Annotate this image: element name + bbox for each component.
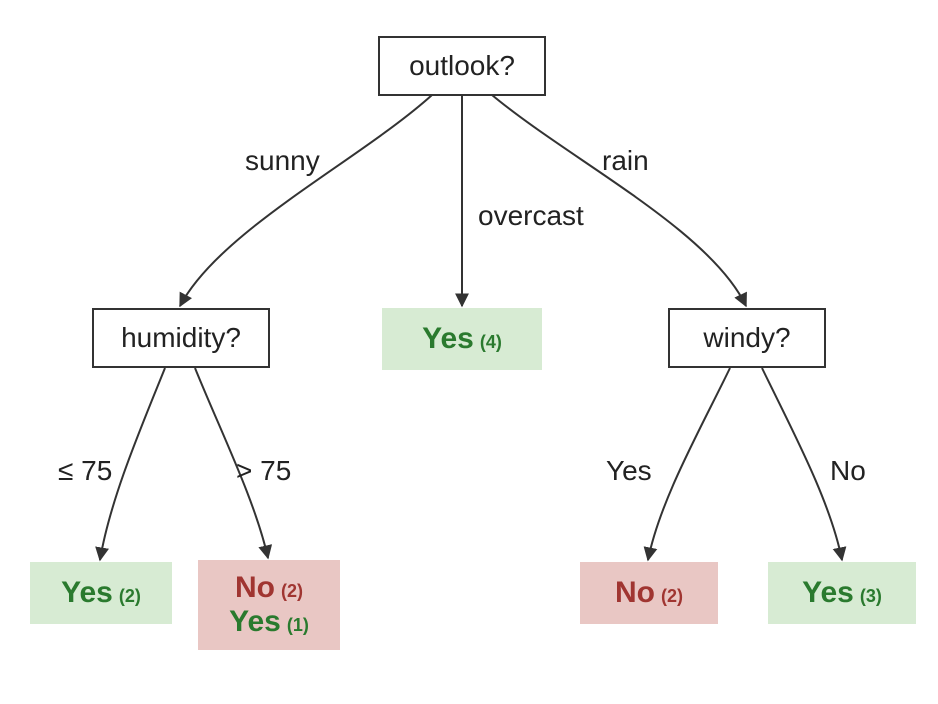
edge-label-le75: ≤ 75 xyxy=(58,455,112,487)
leaf-windy-no: Yes (3) xyxy=(768,562,916,624)
edge-label-overcast: overcast xyxy=(478,200,584,232)
leaf-line: Yes (3) xyxy=(802,576,882,611)
edge-label-sunny: sunny xyxy=(245,145,320,177)
leaf-line: Yes (1) xyxy=(229,605,309,640)
leaf-label: No xyxy=(235,571,275,606)
leaf-count: (2) xyxy=(119,586,141,607)
leaf-line: No (2) xyxy=(235,571,303,606)
edge-label-gt75: > 75 xyxy=(236,455,291,487)
edge-label-rain: rain xyxy=(602,145,649,177)
leaf-label: Yes xyxy=(229,605,281,640)
decision-tree-diagram: { "nodes": { "root": { "label": "outlook… xyxy=(0,0,938,704)
edge-sunny xyxy=(180,95,432,306)
edge-label-windy-yes: Yes xyxy=(606,455,652,487)
edge-label-windy-no: No xyxy=(830,455,866,487)
leaf-humidity-gt75: No (2) Yes (1) xyxy=(198,560,340,650)
leaf-count: (2) xyxy=(661,586,683,607)
leaf-line: Yes (4) xyxy=(422,322,502,357)
leaf-line: No (2) xyxy=(615,576,683,611)
leaf-label: Yes xyxy=(61,576,113,611)
leaf-count: (2) xyxy=(281,581,303,602)
leaf-overcast-yes: Yes (4) xyxy=(382,308,542,370)
leaf-count: (3) xyxy=(860,586,882,607)
node-humidity: humidity? xyxy=(92,308,270,368)
leaf-count: (4) xyxy=(480,332,502,353)
node-windy: windy? xyxy=(668,308,826,368)
leaf-label: Yes xyxy=(422,322,474,357)
leaf-humidity-le75: Yes (2) xyxy=(30,562,172,624)
node-outlook: outlook? xyxy=(378,36,546,96)
leaf-label: No xyxy=(615,576,655,611)
leaf-count: (1) xyxy=(287,615,309,636)
leaf-line: Yes (2) xyxy=(61,576,141,611)
leaf-windy-yes: No (2) xyxy=(580,562,718,624)
edge-windy-yes xyxy=(648,368,730,560)
leaf-label: Yes xyxy=(802,576,854,611)
